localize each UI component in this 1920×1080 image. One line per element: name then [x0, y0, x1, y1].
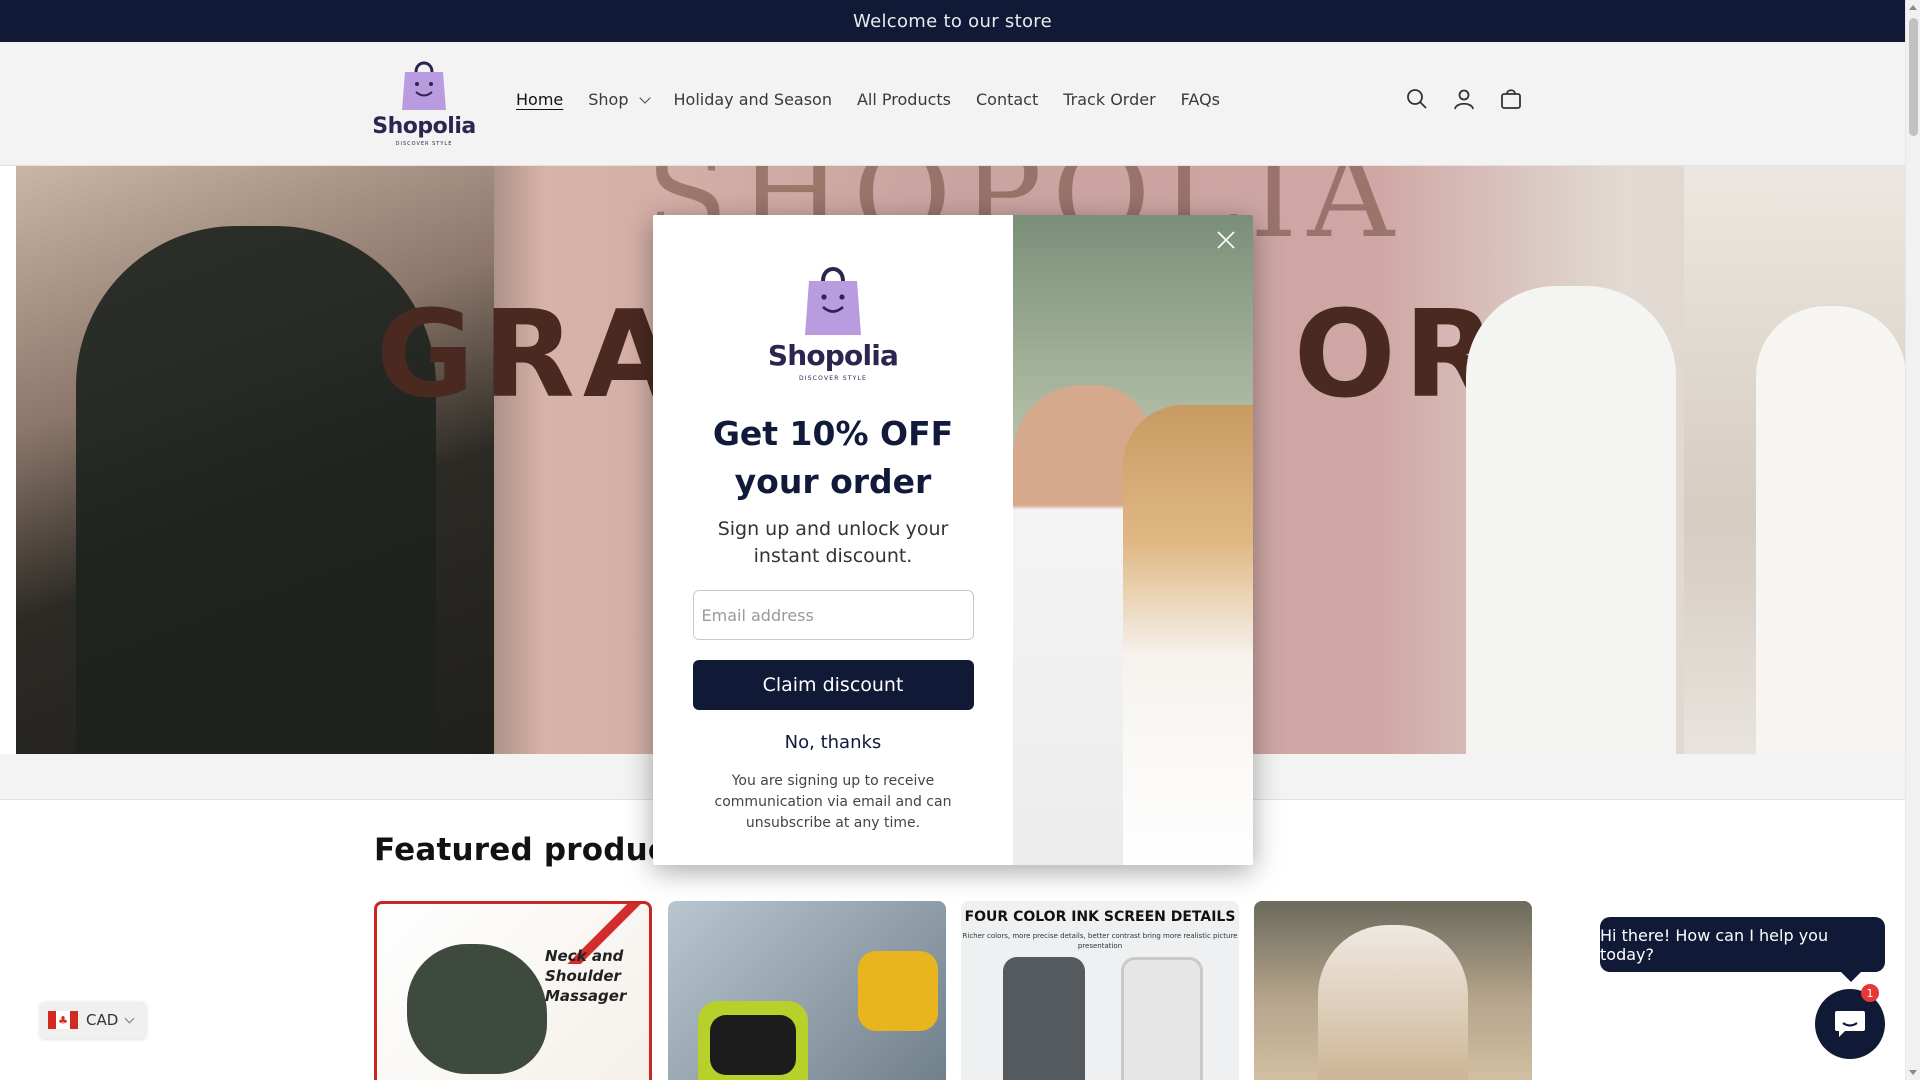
nav-contact[interactable]: Contact — [976, 90, 1038, 109]
nav-faqs[interactable]: FAQs — [1181, 90, 1220, 109]
currency-code: CAD — [86, 1011, 119, 1029]
cart-icon[interactable] — [1498, 86, 1524, 112]
popup-logo: Shopolia DISCOVER STYLE — [767, 257, 899, 382]
logo-wordmark: Shopolia — [372, 114, 476, 139]
product-image — [698, 1001, 808, 1080]
popup-image-woman — [1123, 405, 1253, 865]
product-card[interactable]: Neck and Shoulder Massager — [374, 901, 652, 1080]
nav-shop-label: Shop — [588, 90, 629, 109]
email-field[interactable] — [692, 590, 974, 640]
scroll-up-arrow-icon[interactable] — [1909, 5, 1917, 10]
close-icon[interactable] — [1215, 229, 1237, 251]
currency-selector[interactable]: ♣ CAD — [40, 1002, 146, 1038]
popup-subtext: Sign up and unlock your instant discount… — [717, 518, 949, 567]
popup-logo-wordmark: Shopolia — [767, 339, 899, 372]
shopping-bag-logo-icon — [402, 61, 446, 110]
nav-home[interactable]: Home — [516, 90, 563, 109]
product-image — [1318, 925, 1468, 1080]
discount-popup-content: Shopolia DISCOVER STYLE Get 10% OFF your… — [653, 215, 1013, 865]
product-image-subtext: Richer colors, more precise details, bet… — [962, 932, 1238, 950]
search-icon[interactable] — [1404, 86, 1430, 112]
main-nav: Home Shop Holiday and Season All Product… — [516, 90, 1245, 109]
popup-legal-text: You are signing up to receive communicat… — [714, 773, 952, 831]
scrollbar-thumb[interactable] — [1909, 18, 1918, 136]
chat-unread-badge: 1 — [1861, 984, 1879, 1002]
nav-shop[interactable]: Shop — [588, 90, 651, 109]
nav-holiday-and-season[interactable]: Holiday and Season — [674, 90, 832, 109]
hero-model-right — [1466, 286, 1676, 754]
store-logo[interactable]: Shopolia DISCOVER STYLE — [372, 54, 476, 154]
nav-all-products[interactable]: All Products — [857, 90, 951, 109]
claim-discount-button[interactable]: Claim discount — [692, 660, 974, 710]
featured-products-title: Featured products — [374, 832, 701, 868]
product-image-secondary — [858, 951, 938, 1031]
product-image — [1003, 957, 1085, 1080]
product-image-text: FOUR COLOR INK SCREEN DETAILS — [964, 909, 1236, 925]
header-actions — [1404, 86, 1524, 112]
product-image — [407, 944, 547, 1074]
product-image-text: Neck and Shoulder Massager — [545, 947, 627, 1005]
product-card[interactable]: FOUR COLOR INK SCREEN DETAILS Richer col… — [961, 901, 1239, 1080]
popup-logo-tagline: DISCOVER STYLE — [798, 375, 868, 382]
product-card[interactable] — [1254, 901, 1532, 1080]
chevron-down-icon — [124, 1013, 135, 1023]
chat-icon — [1835, 1011, 1865, 1037]
store-page: Welcome to our store Shopolia DISCOVER S… — [0, 0, 1905, 1080]
chevron-down-icon — [638, 91, 651, 104]
logo-tagline: DISCOVER STYLE — [395, 141, 453, 147]
announcement-text: Welcome to our store — [853, 10, 1052, 32]
no-thanks-link[interactable]: No, thanks — [785, 732, 882, 753]
canada-flag-icon: ♣ — [48, 1011, 78, 1029]
chat-greeting-text: Hi there! How can I help you today? — [1600, 925, 1829, 964]
nav-track-order[interactable]: Track Order — [1063, 90, 1155, 109]
page-scrollbar[interactable] — [1905, 0, 1920, 1080]
chat-greeting-bubble[interactable]: Hi there! How can I help you today? — [1600, 917, 1885, 982]
site-header: Shopolia DISCOVER STYLE Home Shop Holida… — [0, 42, 1905, 166]
announcement-bar: Welcome to our store — [0, 0, 1905, 42]
popup-headline: Get 10% OFF your order — [712, 414, 954, 501]
shopping-bag-logo-icon — [805, 267, 861, 335]
product-card[interactable] — [668, 901, 946, 1080]
scroll-down-arrow-icon[interactable] — [1909, 1070, 1917, 1075]
account-icon[interactable] — [1451, 86, 1477, 112]
hero-headline-left: GRA — [376, 286, 684, 425]
hero-model-far-right — [1756, 306, 1905, 754]
popup-image — [1013, 215, 1253, 865]
discount-popup: Shopolia DISCOVER STYLE Get 10% OFF your… — [653, 215, 1253, 865]
product-image-secondary — [1121, 957, 1203, 1080]
